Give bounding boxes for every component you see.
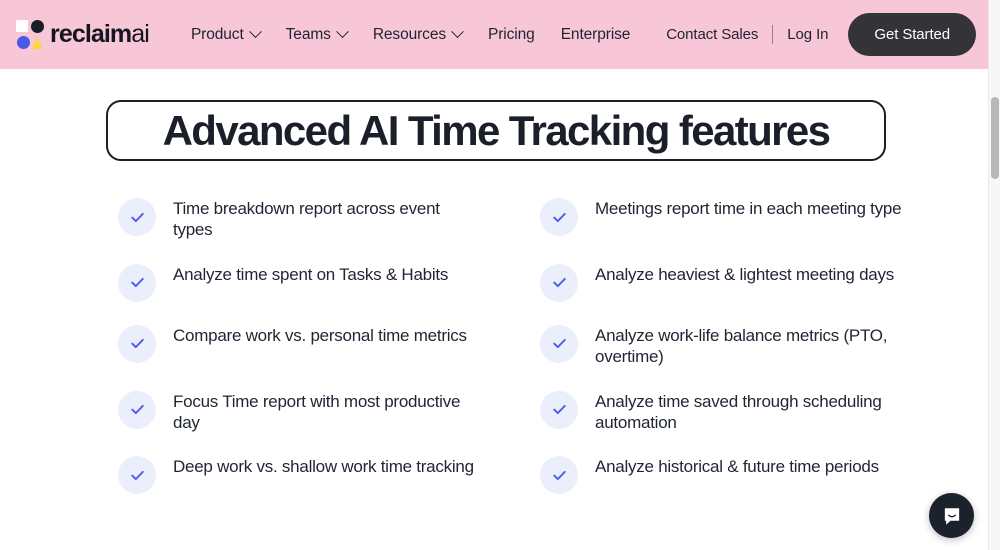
list-item: Analyze historical & future time periods (540, 454, 908, 495)
check-icon (540, 324, 578, 363)
scrollbar-thumb[interactable] (991, 97, 999, 179)
check-icon (118, 390, 156, 429)
logo-link[interactable]: reclaimai (16, 19, 150, 51)
nav-item-product-label: Product (190, 25, 244, 43)
chevron-down-icon (335, 25, 349, 39)
page-title: Advanced AI Time Tracking features (162, 106, 831, 154)
list-item: Time breakdown report across event types (118, 196, 540, 241)
nav-item-pricing-label: Pricing (488, 25, 535, 43)
check-icon (540, 263, 578, 302)
header-divider (772, 25, 774, 44)
vertical-scrollbar[interactable] (988, 0, 1000, 550)
list-item-label: Deep work vs. shallow work time tracking (173, 457, 474, 477)
nav-item-resources[interactable]: Resources (372, 25, 464, 44)
nav-item-enterprise[interactable]: Enterprise (561, 26, 631, 44)
nav-item-product[interactable]: Product (190, 25, 262, 44)
list-item-label: Analyze time spent on Tasks & Habits (173, 264, 449, 284)
page-viewport: reclaimai Product Teams Resources Pricin… (0, 0, 988, 550)
list-item-label: Meetings report time in each meeting typ… (595, 199, 902, 218)
logo-wordmark: reclaimai (50, 20, 150, 48)
list-item: Meetings report time in each meeting typ… (540, 196, 908, 241)
check-icon (118, 456, 156, 495)
logo-blue-circle-shape (17, 36, 30, 49)
header-actions: Contact Sales Log In Get Started (666, 0, 976, 69)
nav-item-teams-label: Teams (285, 25, 331, 43)
chevron-down-icon (451, 25, 464, 39)
list-item-label: Analyze heaviest & lightest meeting days (595, 264, 895, 284)
check-icon (118, 198, 156, 236)
chat-bubble-icon (944, 507, 959, 525)
logo-yellow-triangle-shape (31, 37, 43, 49)
logo-square-shape (16, 20, 28, 32)
list-item-label: Focus Time report with most productive d… (173, 391, 461, 433)
logo-dark-circle-shape (31, 20, 44, 33)
site-header: reclaimai Product Teams Resources Pricin… (0, 0, 988, 69)
list-item: Analyze work-life balance metrics (PTO, … (540, 323, 908, 368)
check-icon (540, 390, 578, 429)
check-icon (540, 198, 578, 236)
chevron-down-icon (248, 25, 262, 39)
list-item: Analyze heaviest & lightest meeting days (540, 262, 908, 302)
check-icon (118, 263, 156, 302)
get-started-button[interactable]: Get Started (848, 13, 976, 56)
check-icon (118, 324, 156, 363)
log-in-link[interactable]: Log In (787, 26, 828, 43)
contact-sales-link[interactable]: Contact Sales (666, 26, 758, 43)
list-item-label: Analyze historical & future time periods (595, 457, 879, 477)
primary-nav: Product Teams Resources Pricing Enterpri… (190, 25, 631, 44)
nav-item-resources-label: Resources (372, 25, 446, 43)
list-item-label: Analyze work-life balance metrics (PTO, … (595, 325, 888, 367)
reclaim-logo-icon (16, 20, 44, 49)
logo-wordmark-main: reclaim (50, 20, 132, 48)
nav-item-enterprise-label: Enterprise (560, 25, 631, 43)
list-item-label: Compare work vs. personal time metrics (173, 325, 467, 345)
chat-launcher-button[interactable] (929, 493, 974, 538)
logo-wordmark-suffix: ai (131, 20, 150, 48)
list-item: Focus Time report with most productive d… (118, 389, 540, 434)
list-item: Analyze time saved through scheduling au… (540, 389, 908, 434)
list-item: Analyze time spent on Tasks & Habits (118, 262, 540, 302)
list-item: Deep work vs. shallow work time tracking (118, 454, 540, 495)
page-title-box: Advanced AI Time Tracking features (106, 100, 886, 161)
list-item-label: Time breakdown report across event types (173, 199, 440, 240)
feature-list: Time breakdown report across event types… (118, 196, 908, 495)
nav-item-pricing[interactable]: Pricing (488, 26, 535, 44)
list-item: Compare work vs. personal time metrics (118, 323, 540, 368)
nav-item-teams[interactable]: Teams (285, 25, 349, 44)
check-icon (540, 456, 578, 495)
list-item-label: Analyze time saved through scheduling au… (595, 391, 882, 433)
page-root: reclaimai Product Teams Resources Pricin… (0, 0, 1000, 550)
